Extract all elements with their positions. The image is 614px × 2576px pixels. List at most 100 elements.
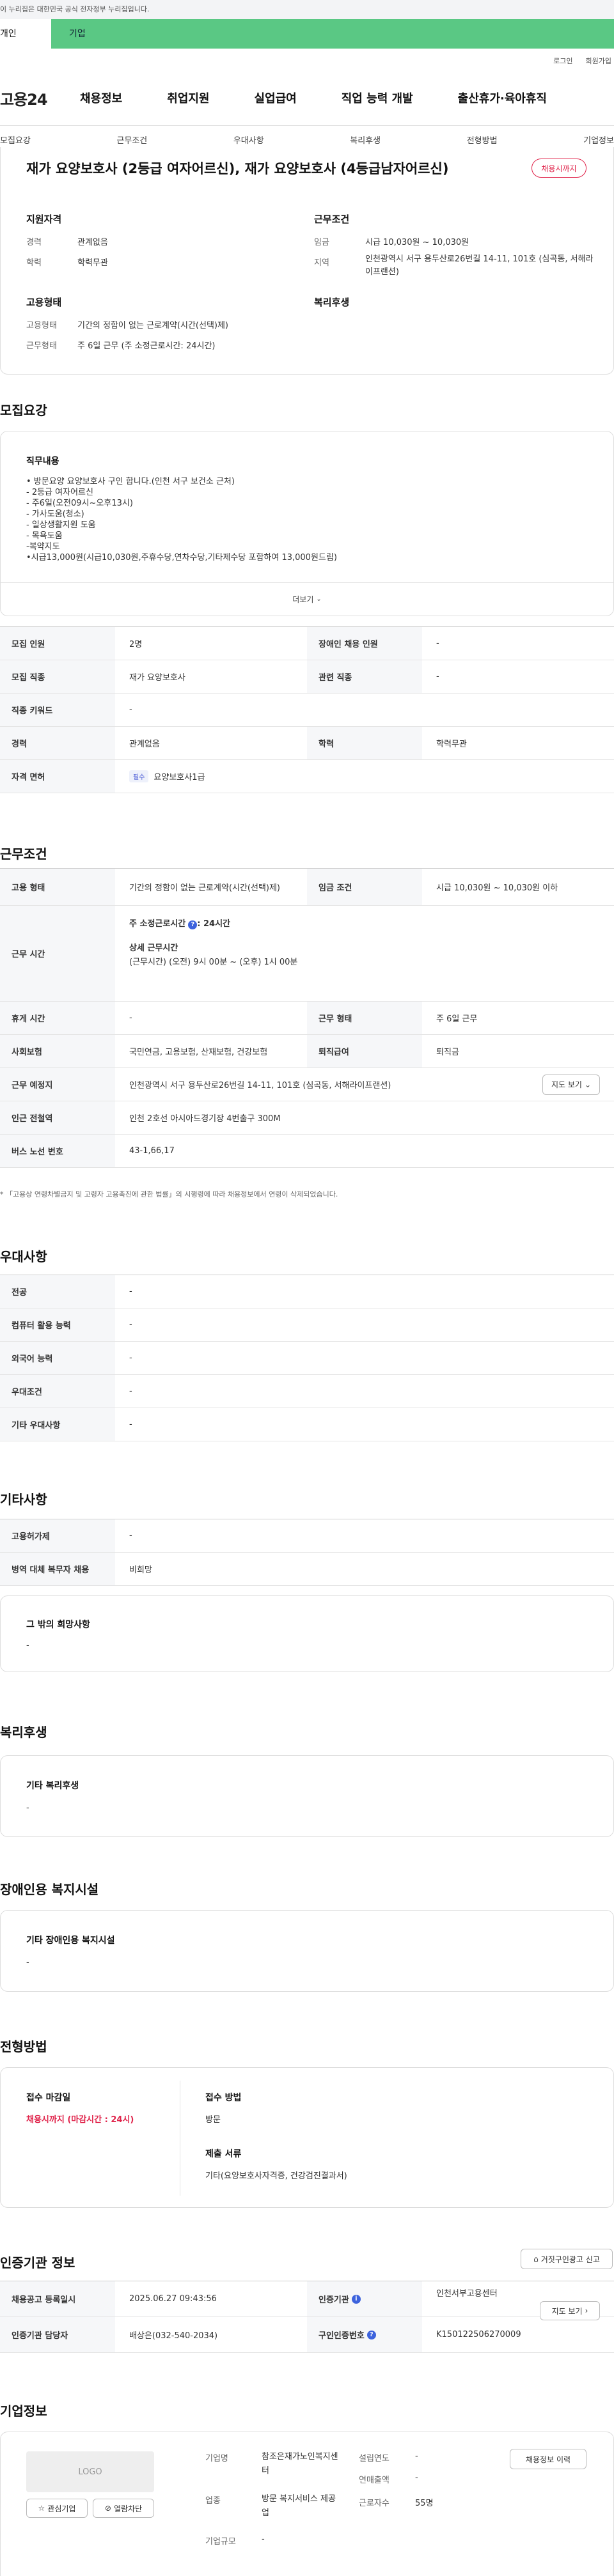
table-header: 모집 직종 [0, 660, 115, 693]
founded-label: 설립연도 [359, 2454, 390, 2463]
table-cell: - [436, 672, 439, 681]
license-value: 요양보호사1급 [154, 773, 205, 782]
tab-company[interactable]: 기업 [51, 19, 104, 49]
table-cell: 퇴직금 [436, 1048, 459, 1057]
block-icon: ⊘ [104, 2504, 111, 2513]
duty-title: 직무내용 [26, 456, 59, 467]
star-icon: ☆ [38, 2504, 45, 2513]
info-icon[interactable]: i [351, 2294, 361, 2304]
gnb-training[interactable]: 직업 능력 개발 [342, 89, 413, 106]
etc-box: 그 밖의 희망사항 - [0, 1595, 614, 1672]
gnb-unemployment[interactable]: 실업급여 [255, 89, 297, 106]
table-header: 구인인증번호? [307, 2317, 422, 2352]
qual-label: 학력 [26, 258, 42, 268]
cond-value: 시급 10,030원 ~ 10,030원 [365, 238, 469, 247]
table-cell: - [129, 1013, 132, 1023]
agency-value: 인천서부고용센터 [436, 2289, 498, 2299]
size-label: 기업규모 [205, 2537, 236, 2547]
duty-line: - 일상생활지원 도움 [26, 520, 96, 530]
lnb-recruit[interactable]: 모집요강 [0, 134, 31, 146]
top-tabs: 개인 기업 [0, 19, 614, 49]
table-cell: - [129, 1287, 132, 1296]
agency-label: 인증기관 [319, 2295, 349, 2305]
map-button[interactable]: 지도 보기 ⌄ [542, 1074, 600, 1095]
gnb-employment-support[interactable]: 취업지원 [167, 89, 209, 106]
etc-heading: 기타사항 [0, 1492, 47, 1507]
cond-value: 인천광역시 서구 용두산로26번길 14-11, 101호 (심곡동, 서해라이… [365, 254, 594, 277]
welfare-heading: 복리후생 [314, 297, 350, 308]
hours-total-label: 주 소정근로시간 [129, 919, 186, 929]
chevron-down-icon: ⌄ [584, 1080, 592, 1089]
report-button[interactable]: ⌂ 거짓구인광고 신고 [521, 2249, 613, 2269]
table-header: 고용허가제 [0, 1519, 115, 1552]
table-cell: 비희망 [129, 1565, 152, 1575]
table-header: 근무 예정지 [0, 1068, 115, 1101]
report-button-label: 거짓구인광고 신고 [540, 2254, 600, 2264]
duty-line: • 방문요양 요양보호사 구인 합니다.(인천 서구 보건소 근처) [26, 477, 235, 486]
table-cell: 2025.06.27 09:43:56 [129, 2294, 217, 2304]
job-title: 재가 요양보호사 (2등급 여자어르신), 재가 요양보호사 (4등급남자어르신… [26, 161, 449, 176]
conditions-heading: 근무조건 [314, 213, 350, 225]
etc-box-value: - [26, 1641, 29, 1650]
duty-content: • 방문요양 요양보호사 구인 합니다.(인천 서구 보건소 근처) - 2등급… [26, 476, 337, 563]
duty-line: •시급13,000원(시급10,030원,주휴수당,연차수당,기타제수당 포함하… [26, 553, 337, 563]
sales-value: - [415, 2473, 418, 2483]
block-button[interactable]: ⊘ 열람차단 [93, 2499, 154, 2518]
table-cell: 2명 [129, 640, 143, 649]
emp-value: 기간의 정함이 없는 근로계약(시간(선택)제) [77, 321, 229, 330]
help-icon[interactable]: ? [366, 2330, 376, 2339]
recruit-table: 모집 인원 2명 장애인 채용 인원 - 모집 직종 재가 요양보호사 관련 직종 - 직종… [0, 626, 614, 793]
method-value: 방문 [205, 2115, 221, 2125]
table-header: 인근 전철역 [0, 1101, 115, 1134]
hours-total-value: : 24시간 [197, 919, 230, 929]
table-cell: 재가 요양보호사 [129, 673, 185, 683]
chevron-down-icon: ⌄ [316, 596, 322, 603]
interest-button[interactable]: ☆ 관심기업 [26, 2499, 88, 2518]
table-header: 직종 키워드 [0, 694, 115, 726]
industry-label: 업종 [205, 2496, 221, 2506]
table-header: 병역 대체 복무자 채용 [0, 1553, 115, 1585]
more-button[interactable]: 더보기 ⌄ [1, 582, 613, 616]
etc-table: 고용허가제 - 병역 대체 복무자 채용 비희망 [0, 1519, 614, 1586]
status-badge: 채용시까지 [531, 159, 586, 178]
cert-map-label: 지도 보기 [551, 2306, 583, 2316]
table-cell: 국민연금, 고용보험, 산재보험, 건강보험 [129, 1048, 268, 1057]
lnb-company[interactable]: 기업정보 [583, 134, 614, 146]
signup-link[interactable]: 회원가입 [586, 56, 611, 66]
qual-value: 관계없음 [77, 238, 108, 247]
table-cell: 관계없음 [129, 740, 160, 749]
table-header: 근무 시간 [0, 906, 115, 1001]
welfare-box-title: 기타 복리후생 [26, 1781, 79, 1791]
tab-personal[interactable]: 개인 [0, 19, 51, 49]
lnb-welfare[interactable]: 복리후생 [350, 134, 381, 146]
site-logo[interactable]: 고용24 [0, 87, 70, 109]
employees-label: 근로자수 [359, 2499, 390, 2508]
lnb-work[interactable]: 근무조건 [116, 134, 147, 146]
lnb-pref[interactable]: 우대사항 [233, 134, 264, 146]
disabled-box-value: - [26, 1958, 29, 1967]
table-header: 전공 [0, 1275, 115, 1308]
welfare-section-heading: 복리후생 [0, 1725, 47, 1740]
gov-banner: 이 누리집은 대한민국 공식 전자정부 누리집입니다. [0, 0, 614, 19]
num-label: 구인인증번호 [319, 2331, 365, 2341]
employment-heading: 고용형태 [26, 297, 62, 308]
table-header: 외국어 능력 [0, 1342, 115, 1374]
table-header: 모집 인원 [0, 627, 115, 660]
gnb-maternity[interactable]: 출산휴가·육아휴직 [458, 89, 547, 106]
info-icon[interactable]: ? [188, 920, 198, 929]
process-card: 접수 마감일 채용시까지 (마감시간 : 24시) 접수 방법 방문 제출 서류… [0, 2067, 614, 2208]
table-cell: 인천서부고용센터 지도 보기 › [422, 2281, 614, 2320]
table-header: 인증기관 담당자 [0, 2317, 115, 2352]
login-link[interactable]: 로그인 [553, 56, 572, 66]
gnb-jobs[interactable]: 채용정보 [80, 89, 122, 106]
map-button-label: 지도 보기 [551, 1080, 582, 1089]
employees-value: 55명 [415, 2499, 434, 2508]
emp-value: 주 6일 근무 (주 소정근로시간: 24시간) [77, 341, 216, 351]
lnb-process[interactable]: 전형방법 [467, 134, 498, 146]
table-header: 장애인 채용 인원 [307, 627, 422, 660]
table-header: 인증기관 i [307, 2281, 422, 2316]
table-cell: - [129, 705, 132, 715]
utility-bar: 로그인 회원가입 [0, 52, 614, 69]
table-cell: 주 6일 근무 [436, 1014, 478, 1024]
job-history-button[interactable]: 채용정보 이력 [510, 2449, 586, 2469]
